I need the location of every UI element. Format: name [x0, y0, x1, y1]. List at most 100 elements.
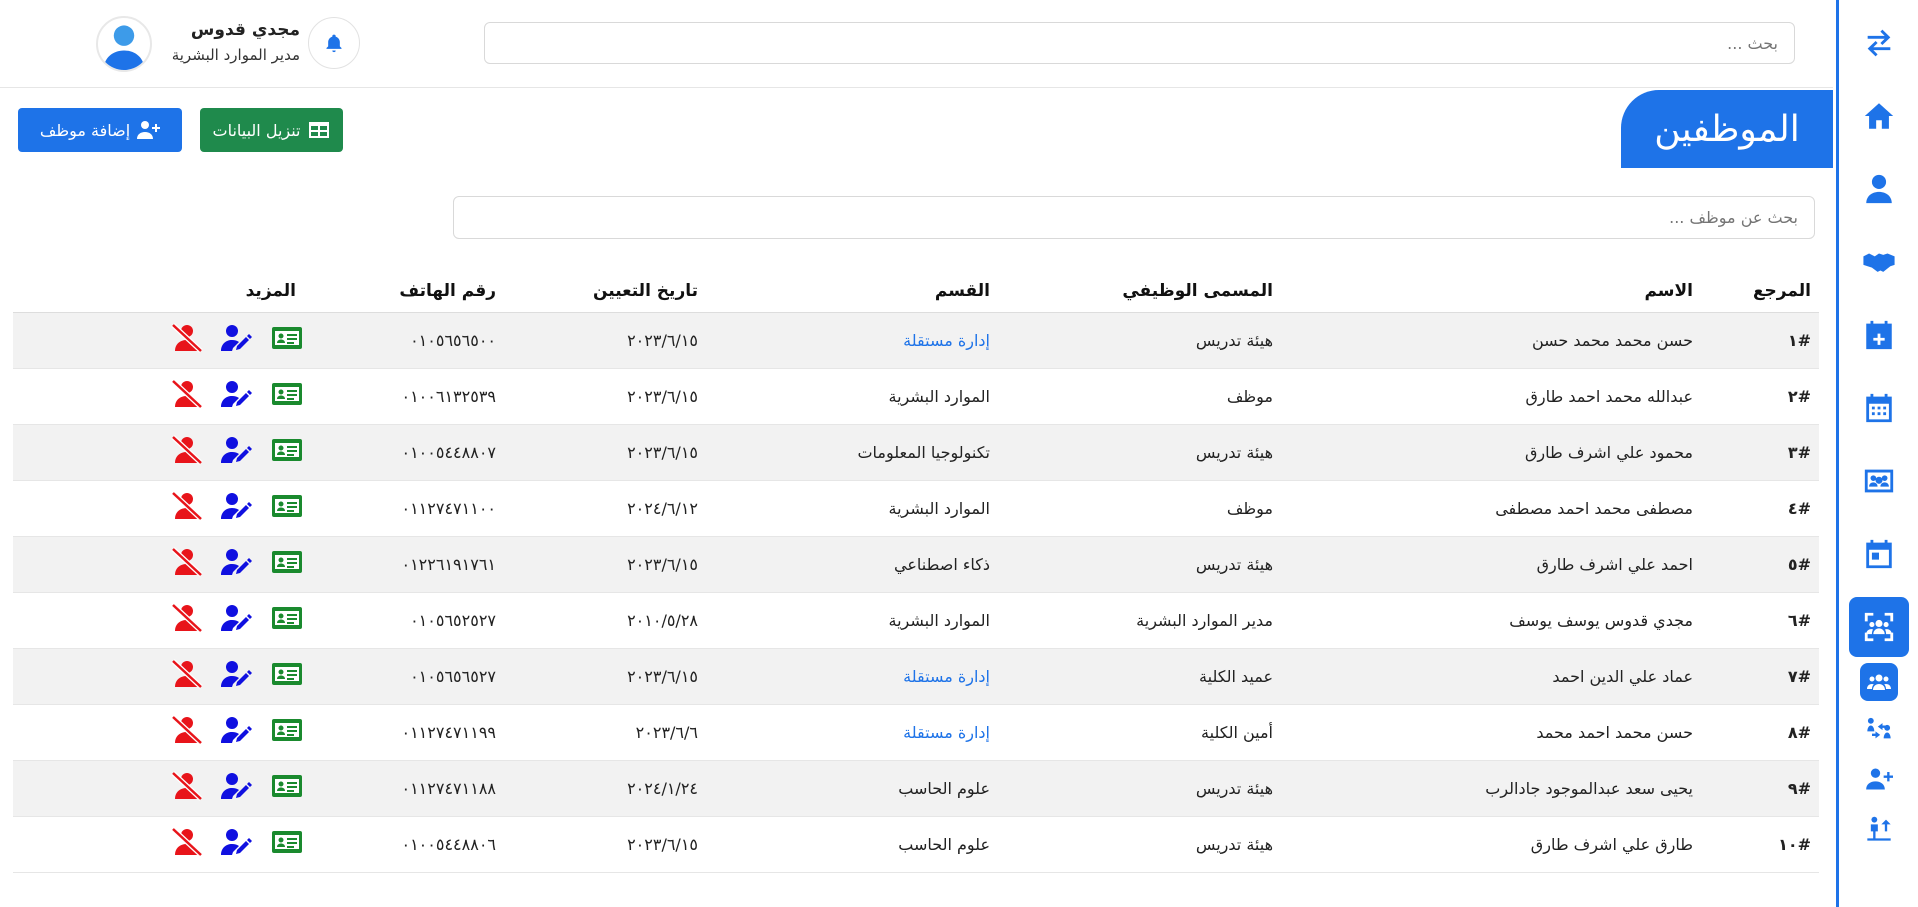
edit-user-button[interactable] — [220, 491, 254, 525]
cell-name: طارق علي اشرف طارق — [1281, 816, 1701, 873]
disable-user-button[interactable] — [170, 379, 204, 413]
table-icon — [308, 122, 329, 138]
edit-user-button[interactable] — [220, 547, 254, 581]
edit-user-button[interactable] — [220, 435, 254, 469]
disable-user-button[interactable] — [170, 603, 204, 637]
dept-link[interactable]: إدارة مستقلة — [903, 331, 990, 350]
sidebar-item-schedule[interactable] — [1849, 524, 1909, 584]
sidebar-item-profile[interactable] — [1849, 159, 1909, 219]
cell-dept: إدارة مستقلة — [706, 312, 998, 369]
user-slash-icon — [171, 715, 203, 745]
user-icon — [1865, 174, 1892, 204]
edit-user-button[interactable] — [220, 323, 254, 357]
cell-name: مجدي قدوس يوسف يوسف — [1281, 592, 1701, 649]
cell-date: ٢٠٢٤/١/٢٤ — [504, 760, 706, 817]
edit-user-button[interactable] — [220, 771, 254, 805]
edit-user-button[interactable] — [220, 827, 254, 861]
cell-name: حسن محمد محمد حسن — [1281, 312, 1701, 369]
disable-user-button[interactable] — [170, 491, 204, 525]
view-card-button[interactable] — [270, 379, 304, 413]
view-card-button[interactable] — [270, 547, 304, 581]
user-plus-icon — [1865, 768, 1893, 790]
cell-actions — [13, 536, 304, 593]
user-pen-icon — [221, 381, 252, 407]
table-row[interactable]: #٧ عماد علي الدين احمد عميد الكلية إدارة… — [13, 648, 1819, 705]
header-date[interactable]: تاريخ التعيين — [504, 270, 706, 313]
user-slash-icon — [171, 379, 203, 409]
disable-user-button[interactable] — [170, 827, 204, 861]
cell-dept: إدارة مستقلة — [706, 704, 998, 761]
cell-actions — [13, 312, 304, 369]
row-actions — [21, 323, 304, 357]
table-row[interactable]: #٢ عبدالله محمد احمد طارق موظف الموارد ا… — [13, 368, 1819, 425]
view-card-button[interactable] — [270, 323, 304, 357]
person-arrow-up-icon — [1866, 816, 1891, 841]
employee-search-input[interactable] — [453, 196, 1815, 239]
cell-date: ٢٠٢٣/٦/١٥ — [504, 424, 706, 481]
view-card-button[interactable] — [270, 603, 304, 637]
sidebar-item-groups[interactable] — [1849, 451, 1909, 511]
cell-dept: الموارد البشرية — [706, 480, 998, 537]
disable-user-button[interactable] — [170, 659, 204, 693]
view-card-button[interactable] — [270, 771, 304, 805]
sidebar-item-add-employee[interactable] — [1849, 757, 1909, 801]
edit-user-button[interactable] — [220, 379, 254, 413]
table-row[interactable]: #٤ مصطفى محمد احمد مصطفى موظف الموارد ال… — [13, 480, 1819, 537]
sidebar-item-transfers[interactable] — [1849, 707, 1909, 751]
header-dept[interactable]: القسم — [706, 270, 998, 313]
table-row[interactable]: #١٠ طارق علي اشرف طارق هيئة تدريس علوم ا… — [13, 816, 1819, 873]
table-row[interactable]: #٥ احمد علي اشرف طارق هيئة تدريس ذكاء اص… — [13, 536, 1819, 593]
disable-user-button[interactable] — [170, 435, 204, 469]
avatar[interactable] — [96, 16, 152, 72]
edit-user-button[interactable] — [220, 715, 254, 749]
id-card-icon — [272, 775, 302, 797]
disable-user-button[interactable] — [170, 715, 204, 749]
sidebar-item-promotions[interactable] — [1849, 807, 1909, 851]
table-row[interactable]: #٦ مجدي قدوس يوسف يوسف مدير الموارد البش… — [13, 592, 1819, 649]
swap-icon — [1867, 29, 1890, 57]
view-card-button[interactable] — [270, 715, 304, 749]
sidebar-item-add-event[interactable] — [1849, 305, 1909, 365]
table-row[interactable]: #٩ يحيى سعد عبدالموجود جادالرب هيئة تدري… — [13, 760, 1819, 817]
header-phone[interactable]: رقم الهاتف — [304, 270, 504, 313]
disable-user-button[interactable] — [170, 547, 204, 581]
cell-dept: إدارة مستقلة — [706, 648, 998, 705]
sidebar-item-partners[interactable] — [1849, 232, 1909, 292]
sidebar — [1836, 0, 1918, 907]
dept-link[interactable]: إدارة مستقلة — [903, 667, 990, 686]
sidebar-item-switch[interactable] — [1849, 13, 1909, 73]
cell-ref: #٦ — [1701, 592, 1819, 649]
table-row[interactable]: #٨ حسن محمد احمد محمد أمين الكلية إدارة … — [13, 704, 1819, 761]
handshake-icon — [1862, 253, 1895, 272]
sidebar-item-home[interactable] — [1849, 86, 1909, 146]
header-ref[interactable]: المرجع — [1701, 270, 1819, 313]
edit-user-button[interactable] — [220, 659, 254, 693]
download-data-button[interactable]: تنزيل البيانات — [200, 108, 343, 152]
cell-ref: #٢ — [1701, 368, 1819, 425]
sidebar-item-employees-list[interactable] — [1859, 663, 1898, 701]
disable-user-button[interactable] — [170, 771, 204, 805]
notifications-button[interactable] — [308, 17, 360, 69]
cell-title: موظف — [998, 480, 1281, 537]
dept-link[interactable]: إدارة مستقلة — [903, 723, 990, 742]
cell-name: عماد علي الدين احمد — [1281, 648, 1701, 705]
table-row[interactable]: #١ حسن محمد محمد حسن هيئة تدريس إدارة مس… — [13, 312, 1819, 369]
edit-user-button[interactable] — [220, 603, 254, 637]
cell-title: هيئة تدريس — [998, 312, 1281, 369]
header-title[interactable]: المسمى الوظيفي — [998, 270, 1281, 313]
view-card-button[interactable] — [270, 827, 304, 861]
cell-date: ٢٠٢٣/٦/١٥ — [504, 648, 706, 705]
view-card-button[interactable] — [270, 659, 304, 693]
sidebar-item-calendar[interactable] — [1849, 378, 1909, 438]
disable-user-button[interactable] — [170, 323, 204, 357]
add-employee-button[interactable]: إضافة موظف — [18, 108, 182, 152]
user-slash-icon — [171, 435, 203, 465]
user-slash-icon — [171, 771, 203, 801]
view-card-button[interactable] — [270, 435, 304, 469]
header-name[interactable]: الاسم — [1281, 270, 1701, 313]
view-card-button[interactable] — [270, 491, 304, 525]
sidebar-item-employees[interactable] — [1848, 597, 1909, 657]
table-row[interactable]: #٣ محمود علي اشرف طارق هيئة تدريس تكنولو… — [13, 424, 1819, 481]
global-search-input[interactable] — [484, 22, 1795, 64]
cell-title: هيئة تدريس — [998, 816, 1281, 873]
